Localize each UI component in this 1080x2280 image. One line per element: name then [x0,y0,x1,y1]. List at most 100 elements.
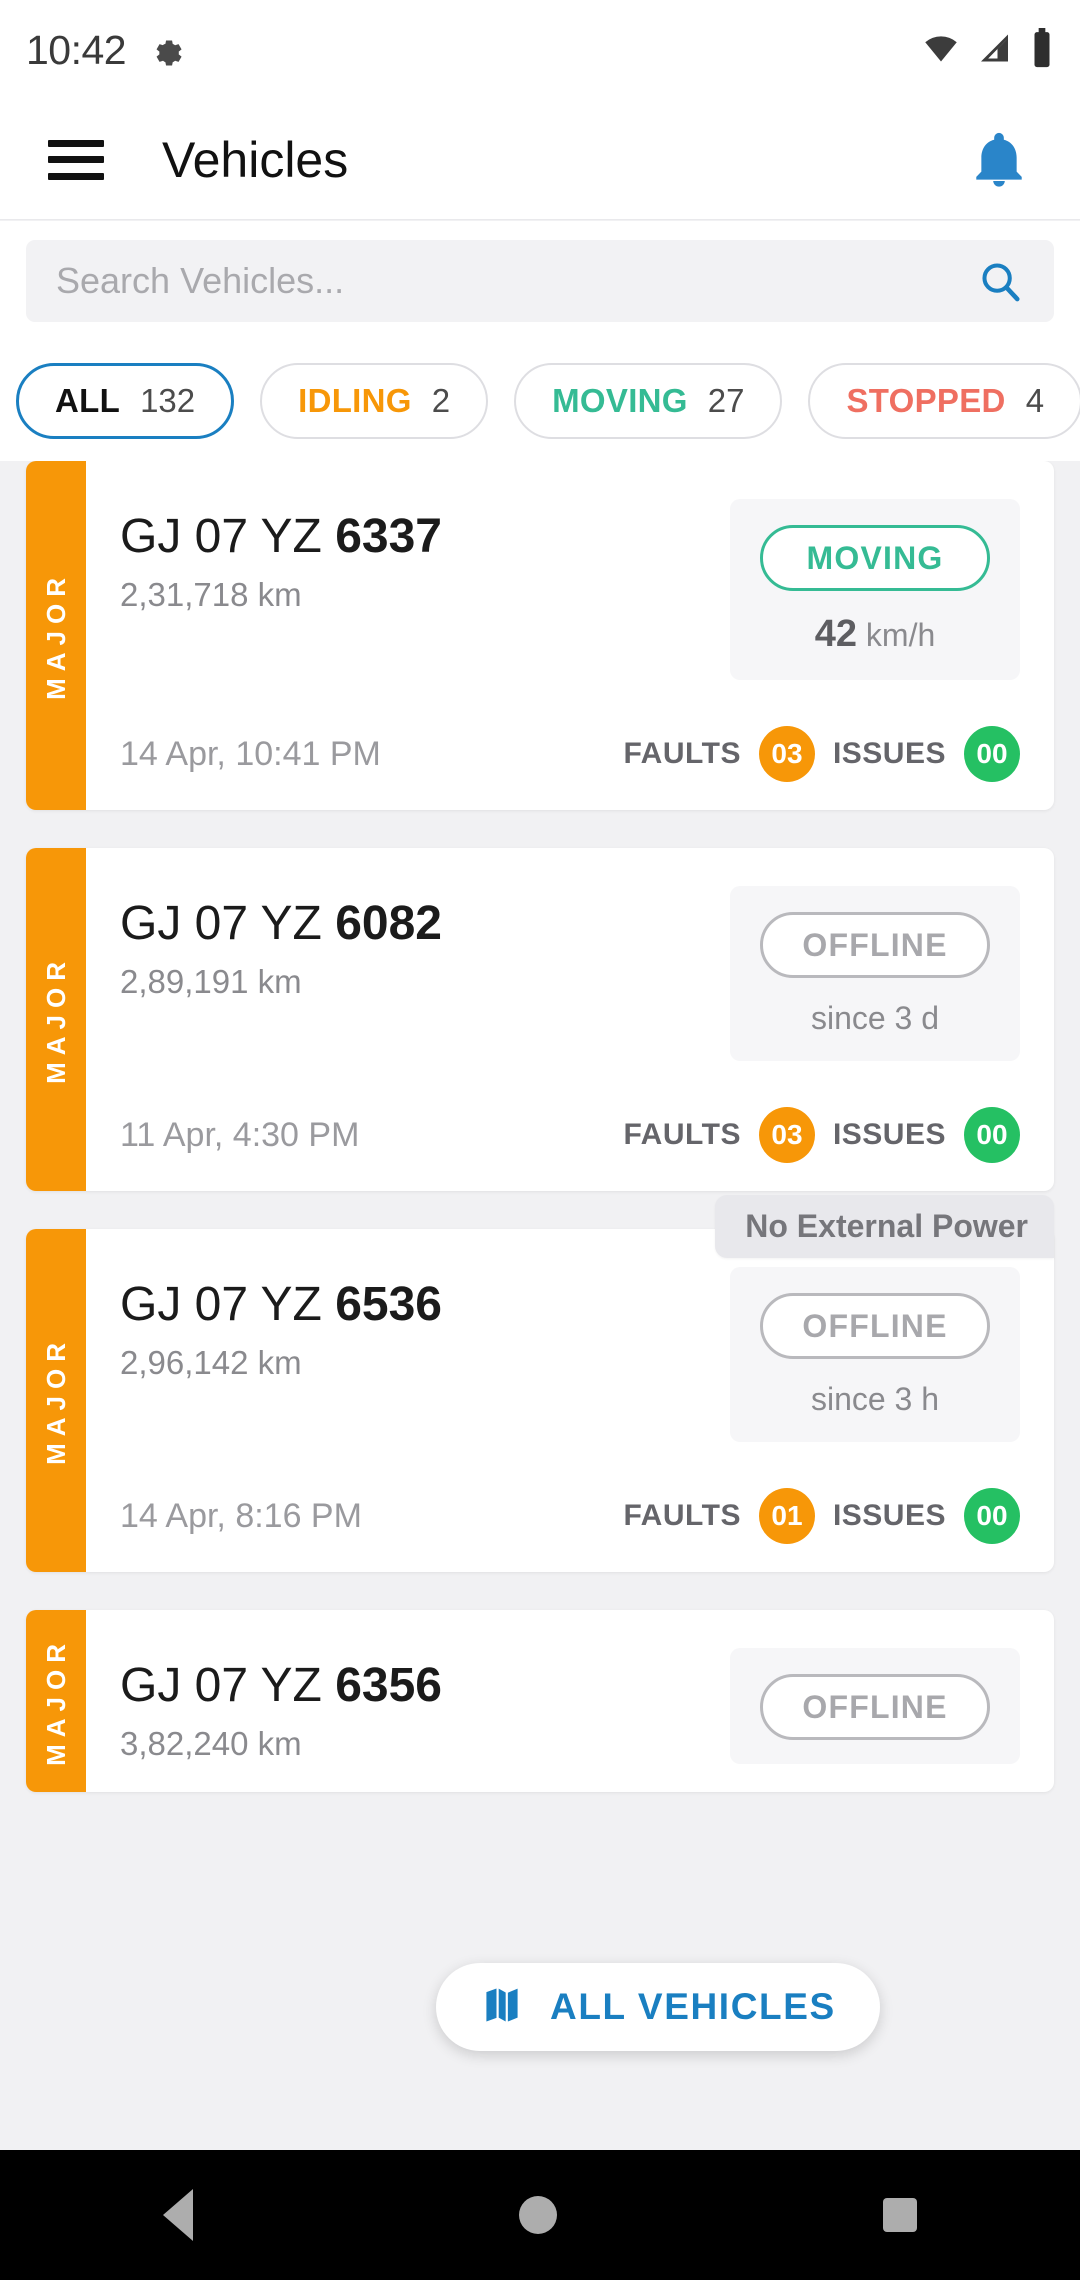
vehicle-card-slot: MAJOR GJ 07 YZ 6337 2,31,718 km MOVING 42 km… [26,461,1054,810]
vehicle-card-top-row: GJ 07 YZ 6337 2,31,718 km MOVING 42 km/h [120,499,1020,680]
vehicle-card-slot: MAJOR GJ 07 YZ 6082 2,89,191 km OFFLINE sinc… [26,848,1054,1191]
vehicle-info: GJ 07 YZ 6082 2,89,191 km [120,886,730,1001]
plate-prefix: GJ 07 YZ [120,510,336,563]
severity-label: MAJOR [40,1336,71,1465]
vehicle-plate: GJ 07 YZ 6536 [120,1277,730,1332]
vehicle-card-bottom-row: 14 Apr, 10:41 PM FAULTS 03 ISSUES 00 [120,726,1020,782]
app-bar: Vehicles [0,100,1080,220]
status-sub-unit: since 3 d [810,1000,940,1036]
issues-label: ISSUES [832,1499,946,1532]
vehicle-card-body: GJ 07 YZ 6337 2,31,718 km MOVING 42 km/h 14 … [86,461,1054,810]
vehicle-info: GJ 07 YZ 6337 2,31,718 km [120,499,730,614]
issues-count-badge[interactable]: 00 [964,1107,1020,1163]
filter-chip-label: IDLING [298,382,412,419]
vehicle-odometer: 2,31,718 km [120,576,302,613]
severity-strip: MAJOR [26,1610,86,1792]
fault-issue-counts: FAULTS 03 ISSUES 00 [624,726,1020,782]
plate-prefix: GJ 07 YZ [120,1659,336,1712]
status-sub-unit: km/h [857,617,936,653]
severity-label: MAJOR [40,1636,71,1766]
severity-label: MAJOR [40,955,71,1084]
plate-number: 6082 [335,897,442,950]
back-triangle-icon[interactable] [163,2189,193,2241]
vehicle-odometer: 2,96,142 km [120,1344,302,1381]
gear-icon [148,31,186,69]
search-input[interactable] [56,260,976,302]
filter-chip-all[interactable]: ALL 132 [16,363,235,439]
hamburger-menu-icon[interactable] [48,139,104,180]
status-badge: OFFLINE [760,1293,990,1359]
vehicle-card[interactable]: MAJOR GJ 07 YZ 6536 2,96,142 km OFFLINE sinc… [26,1229,1054,1572]
page-title: Vehicles [162,131,349,188]
status-sub-unit: since 3 h [810,1381,940,1417]
vehicle-info: GJ 07 YZ 6536 2,96,142 km [120,1267,730,1382]
fault-issue-counts: FAULTS 03 ISSUES 00 [624,1107,1020,1163]
all-vehicles-map-button[interactable]: ALL VEHICLES [436,1963,880,2051]
last-update-timestamp: 14 Apr, 10:41 PM [120,734,381,773]
last-update-timestamp: 14 Apr, 8:16 PM [120,1496,362,1535]
vehicle-card-body: GJ 07 YZ 6356 3,82,240 km OFFLINE [86,1610,1054,1792]
issues-count-badge[interactable]: 00 [964,1488,1020,1544]
search-icon[interactable] [976,257,1024,305]
wifi-icon [920,30,962,71]
vehicle-card-bottom-row: 11 Apr, 4:30 PM FAULTS 03 ISSUES 00 [120,1107,1020,1163]
vehicle-list[interactable]: MAJOR GJ 07 YZ 6337 2,31,718 km MOVING 42 km… [0,461,1080,2150]
vehicle-odometer: 2,89,191 km [120,963,302,1000]
status-sub-text: since 3 d [748,1000,1002,1037]
vehicle-card-slot: MAJOR GJ 07 YZ 6356 3,82,240 km OFFLINE [26,1610,1054,1792]
vehicle-card-slot: No External Power MAJOR GJ 07 YZ 6536 2,96,… [26,1195,1054,1572]
faults-count-badge[interactable]: 03 [758,1107,815,1163]
faults-count-badge[interactable]: 01 [758,1488,815,1544]
status-sub-text: 42 km/h [748,613,1002,656]
filter-chip-count: 27 [707,382,745,419]
filter-chip-stopped[interactable]: STOPPED 4 [808,363,1080,439]
vehicle-status-box: MOVING 42 km/h [730,499,1020,680]
vehicle-card-body: GJ 07 YZ 6536 2,96,142 km OFFLINE since 3 h… [86,1229,1054,1572]
severity-strip: MAJOR [26,461,86,810]
issues-label: ISSUES [832,1118,946,1151]
faults-label: FAULTS [623,737,741,770]
android-nav-bar[interactable] [0,2150,1080,2280]
vehicle-status-box: OFFLINE since 3 h [730,1267,1020,1442]
vehicle-card-top-row: GJ 07 YZ 6356 3,82,240 km OFFLINE [120,1648,1020,1764]
filter-chip-row[interactable]: ALL 132 IDLING 2 MOVING 27 STOPPED 4 [0,341,1080,461]
vehicle-card[interactable]: MAJOR GJ 07 YZ 6356 3,82,240 km OFFLINE [26,1610,1054,1792]
severity-label: MAJOR [40,571,71,700]
plate-number: 6356 [335,1659,442,1712]
faults-count-badge[interactable]: 03 [758,726,815,782]
vehicle-card-body: GJ 07 YZ 6082 2,89,191 km OFFLINE since 3 d… [86,848,1054,1191]
speed-value: 42 [814,613,858,655]
search-bar[interactable] [26,240,1054,322]
status-sub-text: since 3 h [748,1381,1002,1418]
bell-icon[interactable] [970,130,1028,190]
vehicle-plate: GJ 07 YZ 6356 [120,1658,730,1713]
vehicle-plate: GJ 07 YZ 6337 [120,509,730,564]
vehicle-odometer: 3,82,240 km [120,1725,302,1762]
recents-square-icon[interactable] [883,2198,917,2232]
signal-icon [975,30,1017,71]
vehicle-card[interactable]: MAJOR GJ 07 YZ 6337 2,31,718 km MOVING 42 km… [26,461,1054,810]
faults-label: FAULTS [623,1118,741,1151]
issues-count-badge[interactable]: 00 [964,726,1020,782]
vehicle-card-top-row: GJ 07 YZ 6082 2,89,191 km OFFLINE since 3 d [120,886,1020,1061]
faults-label: FAULTS [623,1499,741,1532]
filter-chip-count: 132 [140,382,196,419]
home-circle-icon[interactable] [519,2196,557,2234]
status-badge: OFFLINE [760,912,990,978]
filter-chip-label: MOVING [552,382,688,419]
vehicle-info: GJ 07 YZ 6356 3,82,240 km [120,1648,730,1763]
vehicle-card[interactable]: MAJOR GJ 07 YZ 6082 2,89,191 km OFFLINE sinc… [26,848,1054,1191]
status-badge: MOVING [760,525,990,591]
vehicle-status-box: OFFLINE [730,1648,1020,1764]
filter-chip-moving[interactable]: MOVING 27 [514,363,783,439]
filter-chip-idling[interactable]: IDLING 2 [260,363,489,439]
severity-strip: MAJOR [26,848,86,1191]
plate-prefix: GJ 07 YZ [120,897,336,950]
vehicle-plate: GJ 07 YZ 6082 [120,896,730,951]
status-bar-icons [920,27,1054,73]
phone-screen: 10:42 Vehicles Search Vehicles... ALL 13… [0,0,1080,2280]
plate-prefix: GJ 07 YZ [120,1278,336,1331]
vehicle-card-top-row: GJ 07 YZ 6536 2,96,142 km OFFLINE since 3 h [120,1267,1020,1442]
no-external-power-badge: No External Power [715,1195,1054,1258]
status-badge: OFFLINE [760,1674,990,1740]
